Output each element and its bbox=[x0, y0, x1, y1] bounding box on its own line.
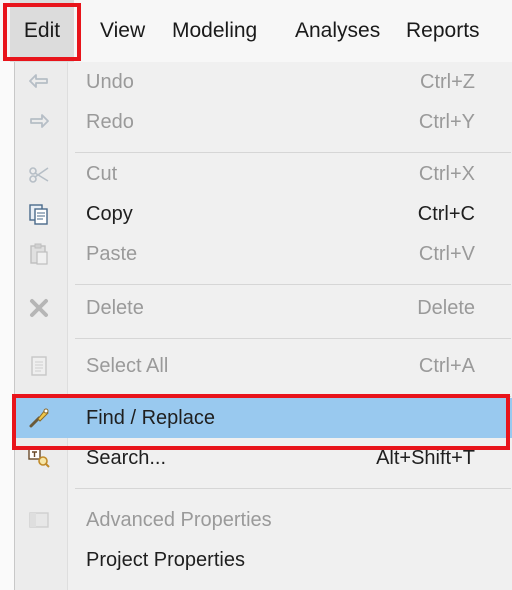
redo-icon bbox=[27, 110, 51, 134]
undo-icon bbox=[27, 70, 51, 94]
menu-item-shortcut: Ctrl+C bbox=[417, 203, 475, 225]
menu-item-project-properties[interactable]: Project Properties bbox=[15, 540, 512, 580]
background-strip bbox=[0, 62, 14, 590]
properties-icon bbox=[27, 508, 51, 532]
menu-analyses[interactable]: Analyses bbox=[295, 0, 380, 62]
edit-dropdown-menu: Undo Ctrl+Z Redo Ctrl+Y Cut Ctrl+X Copy … bbox=[14, 62, 512, 590]
menu-item-label: Redo bbox=[86, 111, 134, 133]
menu-reports[interactable]: Reports bbox=[406, 0, 480, 62]
menu-item-copy[interactable]: Copy Ctrl+C bbox=[15, 194, 512, 234]
delete-x-icon bbox=[27, 296, 51, 320]
menu-modeling[interactable]: Modeling bbox=[172, 0, 257, 62]
menu-view[interactable]: View bbox=[100, 0, 145, 62]
scissors-icon bbox=[27, 162, 51, 186]
menu-item-select-all[interactable]: Select All Ctrl+A bbox=[15, 346, 512, 386]
menu-item-shortcut: Ctrl+Y bbox=[418, 111, 475, 133]
menu-separator bbox=[75, 284, 511, 285]
menu-item-label: Paste bbox=[86, 243, 138, 265]
menu-item-undo[interactable]: Undo Ctrl+Z bbox=[15, 62, 512, 102]
menu-item-paste[interactable]: Paste Ctrl+V bbox=[15, 234, 512, 274]
menu-item-shortcut: Ctrl+V bbox=[418, 243, 475, 265]
select-all-icon bbox=[27, 354, 51, 378]
callout-edit-menu bbox=[3, 3, 81, 61]
copy-icon bbox=[27, 202, 51, 226]
menu-separator bbox=[75, 152, 511, 153]
menu-item-label: Undo bbox=[86, 71, 134, 93]
menu-item-label: Select All bbox=[86, 355, 169, 377]
menu-item-label: Copy bbox=[86, 203, 133, 225]
menu-item-label: Advanced Properties bbox=[86, 509, 272, 531]
menu-separator bbox=[75, 488, 511, 489]
menu-item-label: Cut bbox=[86, 163, 118, 185]
menu-separator bbox=[75, 338, 511, 339]
menu-item-cut[interactable]: Cut Ctrl+X bbox=[15, 154, 512, 194]
menu-item-delete[interactable]: Delete Delete bbox=[15, 288, 512, 328]
menu-item-label: Project Properties bbox=[86, 549, 245, 571]
menu-item-shortcut: Delete bbox=[417, 297, 475, 319]
menu-item-shortcut: Ctrl+A bbox=[418, 355, 475, 377]
menu-item-shortcut: Ctrl+Z bbox=[420, 71, 475, 93]
paste-icon bbox=[27, 242, 51, 266]
menu-item-redo[interactable]: Redo Ctrl+Y bbox=[15, 102, 512, 142]
callout-find-replace bbox=[12, 394, 510, 450]
menu-item-shortcut: Ctrl+X bbox=[418, 163, 475, 185]
menu-item-advanced-properties[interactable]: Advanced Properties bbox=[15, 500, 512, 540]
menu-item-label: Delete bbox=[86, 297, 144, 319]
